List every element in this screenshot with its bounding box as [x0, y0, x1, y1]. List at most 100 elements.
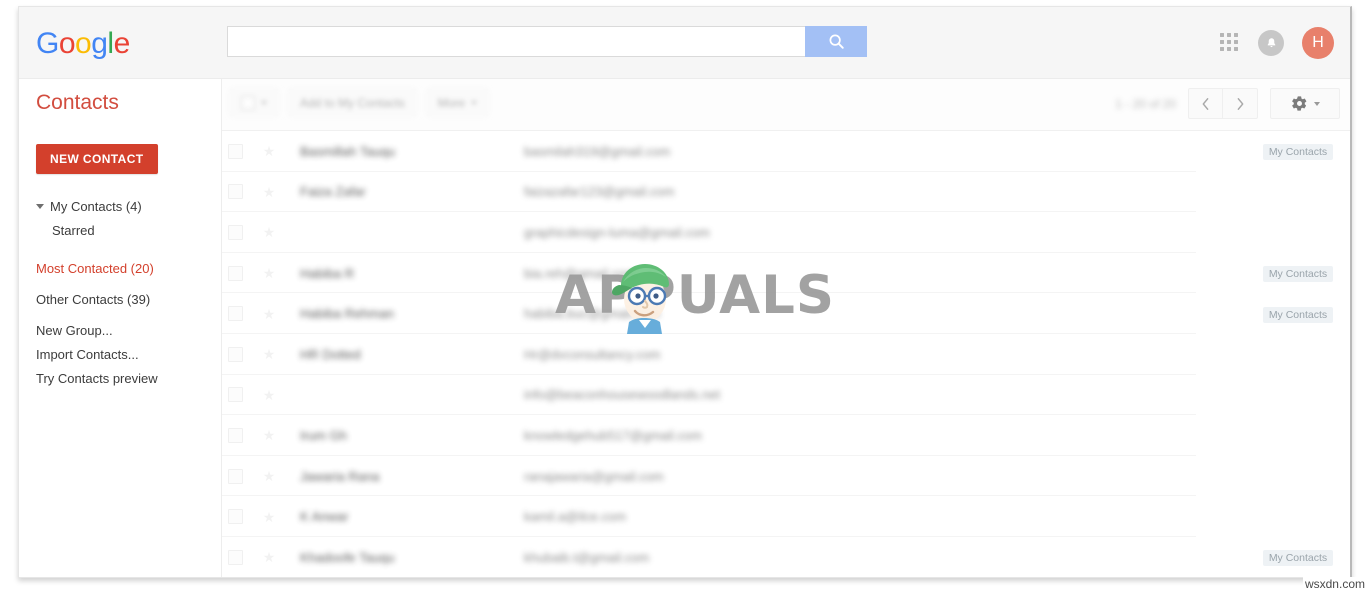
chevron-left-icon	[1202, 97, 1209, 110]
checkbox-icon	[241, 95, 255, 110]
contact-email: knowledgehub517@gmail.com	[524, 427, 702, 443]
select-all-dropdown[interactable]	[229, 88, 279, 117]
pagination-controls	[1188, 88, 1258, 119]
search-button[interactable]	[805, 26, 867, 57]
sidebar-item-label: My Contacts (4)	[50, 198, 142, 214]
notifications-button[interactable]	[1258, 30, 1284, 56]
star-icon[interactable]: ★	[262, 388, 276, 402]
table-row[interactable]: ★ Faiza Zafar faizazafar123@gmail.com	[222, 172, 1350, 213]
star-icon[interactable]: ★	[262, 510, 276, 524]
star-icon[interactable]: ★	[262, 428, 276, 442]
table-row[interactable]: ★ Irum Gh knowledgehub517@gmail.com	[222, 415, 1350, 456]
add-to-my-contacts-label: Add to My Contacts	[300, 95, 405, 110]
sidebar-item-try-contacts-preview[interactable]: Try Contacts preview	[19, 366, 221, 390]
app-window: Google H Contacts NEW CONTACT My Contact…	[18, 6, 1352, 578]
star-icon[interactable]: ★	[262, 185, 276, 199]
google-logo[interactable]: Google	[36, 27, 130, 61]
sidebar-item-import-contacts[interactable]: Import Contacts...	[19, 342, 221, 366]
search-icon	[829, 34, 844, 49]
sidebar-item-other-contacts[interactable]: Other Contacts (39)	[19, 287, 221, 311]
table-row[interactable]: ★ K Anwar kamil.a@ilce.com	[222, 496, 1350, 537]
contact-group: My Contacts	[1260, 305, 1336, 323]
sidebar-item-starred[interactable]: Starred	[19, 218, 221, 242]
star-icon[interactable]: ★	[262, 225, 276, 239]
contact-email: bia.reh@gmail.com	[524, 265, 637, 281]
status-badge: My Contacts	[1262, 306, 1334, 323]
table-row[interactable]: ★ Khadoofe Tauqu khubaib.t@gmail.com My …	[222, 537, 1350, 577]
row-checkbox[interactable]	[228, 265, 243, 281]
screenshot-root: Google H Contacts NEW CONTACT My Contact…	[0, 0, 1371, 593]
row-checkbox[interactable]	[228, 224, 243, 240]
contact-email: faizazafar123@gmail.com	[524, 184, 675, 200]
contact-email: Hr@dvconsultancy.com	[524, 346, 661, 362]
row-checkbox[interactable]	[228, 549, 243, 565]
app-body: Contacts NEW CONTACT My Contacts (4) Sta…	[19, 79, 1350, 577]
row-checkbox[interactable]	[228, 143, 243, 159]
sidebar-nav: My Contacts (4) Starred Most Contacted (…	[19, 194, 221, 390]
bell-icon	[1267, 37, 1275, 47]
row-checkbox[interactable]	[228, 427, 243, 443]
contact-group: My Contacts	[1260, 548, 1336, 567]
logo-letter-o1: o	[58, 27, 76, 60]
contact-email: kamil.a@ilce.com	[524, 509, 627, 525]
global-header: Google H	[19, 7, 1350, 79]
table-row[interactable]: ★ Habiba R bia.reh@gmail.com My Contacts	[222, 253, 1350, 294]
contact-email: habiba.buc@gmail.com	[524, 306, 661, 322]
table-row[interactable]: ★ graphicdesign-luma@gmail.com	[222, 212, 1350, 253]
table-row[interactable]: ★ info@beaconhousewoodlands.net	[222, 375, 1350, 416]
chevron-down-icon	[1313, 101, 1320, 106]
status-badge: My Contacts	[1262, 144, 1334, 161]
table-row[interactable]: ★ Habiba Rehman habiba.buc@gmail.com My …	[222, 293, 1350, 334]
next-page-button[interactable]	[1223, 89, 1257, 118]
contact-name: K Anwar	[300, 509, 349, 525]
toolbar-right-group: 1 - 20 of 20	[1115, 88, 1340, 119]
avatar[interactable]: H	[1302, 27, 1334, 59]
row-checkbox[interactable]	[228, 468, 243, 484]
star-icon[interactable]: ★	[262, 469, 276, 483]
row-checkbox[interactable]	[228, 306, 243, 322]
status-badge: My Contacts	[1262, 550, 1334, 567]
add-to-my-contacts-button[interactable]: Add to My Contacts	[288, 88, 417, 117]
star-icon[interactable]: ★	[262, 144, 276, 158]
star-icon[interactable]: ★	[262, 550, 276, 564]
sidebar-item-label: Import Contacts...	[36, 346, 139, 362]
table-row[interactable]: ★ Jawaria Rana ranajawaria@gmail.com	[222, 456, 1350, 497]
sidebar: Contacts NEW CONTACT My Contacts (4) Sta…	[19, 79, 222, 577]
star-icon[interactable]: ★	[262, 266, 276, 280]
row-checkbox[interactable]	[228, 387, 243, 403]
header-actions: H	[1220, 25, 1334, 61]
new-contact-button[interactable]: NEW CONTACT	[36, 144, 158, 174]
sidebar-item-my-contacts[interactable]: My Contacts (4)	[19, 194, 221, 218]
sidebar-item-most-contacted[interactable]: Most Contacted (20)	[19, 256, 221, 280]
previous-page-button[interactable]	[1189, 89, 1223, 118]
star-icon[interactable]: ★	[262, 347, 276, 361]
star-icon[interactable]: ★	[262, 307, 276, 321]
row-checkbox[interactable]	[228, 346, 243, 362]
main-panel: Add to My Contacts More 1 - 20 of 20 ★ B…	[222, 79, 1350, 577]
row-checkbox[interactable]	[228, 184, 243, 200]
contact-name: Habiba Rehman	[300, 306, 394, 322]
table-row[interactable]: ★ HR Dotted Hr@dvconsultancy.com	[222, 334, 1350, 375]
chevron-right-icon	[1237, 97, 1243, 110]
sidebar-item-new-group[interactable]: New Group...	[19, 318, 221, 342]
sidebar-item-label: Try Contacts preview	[36, 370, 158, 386]
sidebar-item-label: Starred	[52, 222, 95, 238]
more-label: More	[437, 95, 466, 110]
apps-grid-icon[interactable]	[1220, 33, 1240, 53]
contacts-list: ★ Basmillah Tauqu basmilah319@gmail.com …	[222, 131, 1350, 577]
contact-name: HR Dotted	[300, 346, 361, 362]
chevron-down-icon	[261, 100, 267, 105]
pagination-count: 1 - 20 of 20	[1115, 96, 1176, 111]
search-input[interactable]	[227, 26, 805, 57]
table-row[interactable]: ★ Basmillah Tauqu basmilah319@gmail.com …	[222, 131, 1350, 172]
contact-name: Basmillah Tauqu	[300, 143, 396, 159]
more-button[interactable]: More	[425, 88, 490, 117]
page-title: Contacts	[36, 91, 119, 114]
row-checkbox[interactable]	[228, 509, 243, 525]
status-badge: My Contacts	[1262, 266, 1334, 283]
logo-letter-g2: g	[91, 27, 108, 60]
settings-button[interactable]	[1270, 88, 1340, 119]
gear-icon	[1291, 96, 1306, 111]
